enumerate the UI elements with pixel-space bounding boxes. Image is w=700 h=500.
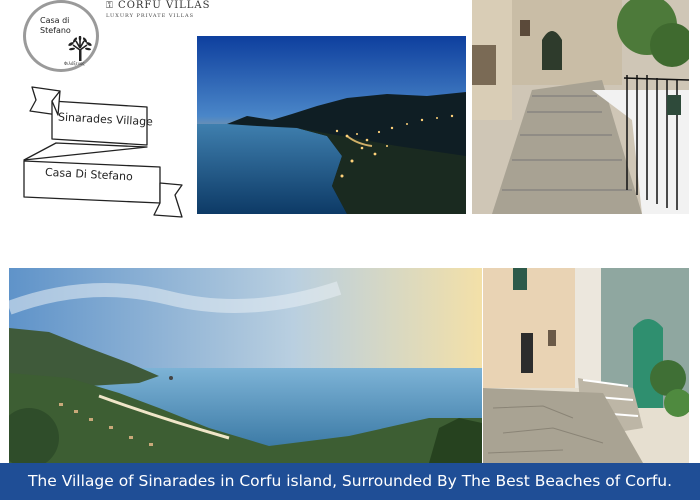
corfu-villas-brand: ⚿ CORFU VILLAS LUXURY PRIVATE VILLAS — [106, 0, 211, 19]
casa-di-stefano-logo: Casa di Stefano Φιλόξενος — [23, 0, 99, 72]
logo-name-line2: Stefano — [40, 26, 71, 35]
brand-title: ⚿ CORFU VILLAS — [106, 0, 211, 12]
ribbon-banner-graphic — [23, 86, 183, 218]
olive-tree-icon — [68, 36, 92, 61]
logo-name-line1: Casa di — [40, 16, 70, 25]
dusk-bay-photo — [197, 36, 466, 214]
village-houses-photo — [483, 268, 689, 463]
bay-panorama-photo — [9, 268, 482, 463]
stone-alley-stairs-photo — [472, 0, 689, 214]
brand-title-text: CORFU VILLAS — [118, 0, 211, 11]
logo-name: Casa di Stefano — [40, 16, 71, 36]
caption-bar: The Village of Sinarades in Corfu island… — [0, 463, 700, 500]
logo-tagline: Φιλόξενος — [64, 61, 85, 66]
brand-key-icon: ⚿ — [106, 1, 114, 11]
brand-subtitle: LUXURY PRIVATE VILLAS — [106, 13, 195, 19]
caption-text: The Village of Sinarades in Corfu island… — [27, 472, 673, 490]
